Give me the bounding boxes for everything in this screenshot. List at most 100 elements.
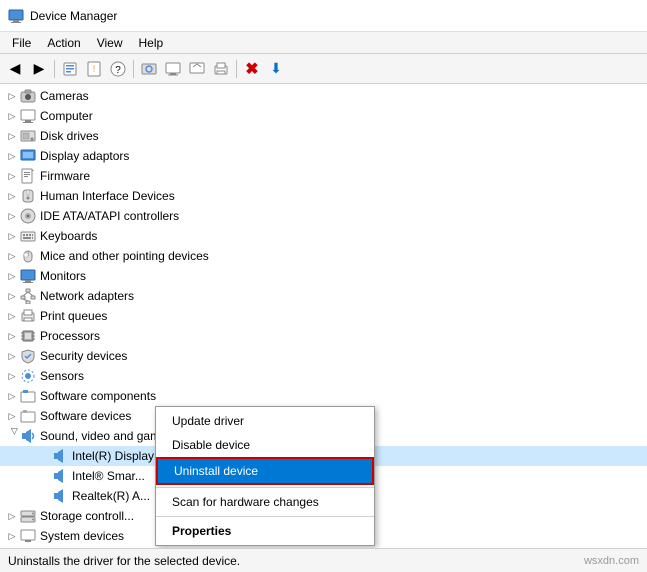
toolbar-sep-2 — [133, 60, 134, 78]
sw-devices-label: Software devices — [40, 409, 131, 423]
update-driver-button[interactable]: ! — [83, 58, 105, 80]
print-queues-label: Print queues — [40, 309, 107, 323]
expander-sw-devices[interactable]: ▷ — [4, 408, 20, 424]
expander-hid[interactable]: ▷ — [4, 188, 20, 204]
watermark: wsxdn.com — [584, 555, 639, 567]
back-button[interactable]: ◀ — [4, 58, 26, 80]
monitor2-button[interactable] — [186, 58, 208, 80]
toolbar-sep-3 — [236, 60, 237, 78]
ctx-uninstall-device[interactable]: Uninstall device — [156, 457, 374, 485]
keyboards-icon — [20, 228, 36, 244]
menu-bar: File Action View Help — [0, 32, 647, 54]
mice-label: Mice and other pointing devices — [40, 249, 209, 263]
expander-disk-drives[interactable]: ▷ — [4, 128, 20, 144]
display-adaptors-icon — [20, 148, 36, 164]
scan-button[interactable] — [138, 58, 160, 80]
processors-label: Processors — [40, 329, 100, 343]
expander-sensors[interactable]: ▷ — [4, 368, 20, 384]
network-icon — [20, 288, 36, 304]
tree-item-print-queues[interactable]: ▷ Print queues — [0, 306, 647, 326]
expander-sw-components[interactable]: ▷ — [4, 388, 20, 404]
ctx-disable-device[interactable]: Disable device — [156, 433, 374, 457]
expander-ide[interactable]: ▷ — [4, 208, 20, 224]
computer-label: Computer — [40, 109, 93, 123]
help-button[interactable]: ? — [107, 58, 129, 80]
system-label: System devices — [40, 529, 124, 543]
tree-item-hid[interactable]: ▷ Human Interface Devices — [0, 186, 647, 206]
ctx-update-driver[interactable]: Update driver — [156, 409, 374, 433]
tree-item-ide[interactable]: ▷ IDE ATA/ATAPI controllers — [0, 206, 647, 226]
menu-file[interactable]: File — [4, 34, 39, 52]
keyboards-label: Keyboards — [40, 229, 97, 243]
expander-firmware[interactable]: ▷ — [4, 168, 20, 184]
context-menu: Update driver Disable device Uninstall d… — [155, 406, 375, 546]
expander-print-queues[interactable]: ▷ — [4, 308, 20, 324]
forward-button[interactable]: ▶ — [28, 58, 50, 80]
tree-item-sensors[interactable]: ▷ Sensors — [0, 366, 647, 386]
tree-item-network[interactable]: ▷ Network adapters — [0, 286, 647, 306]
expander-sound[interactable]: ▷ — [4, 428, 20, 444]
menu-help[interactable]: Help — [131, 34, 172, 52]
expander-cameras[interactable]: ▷ — [4, 88, 20, 104]
disk-drives-icon — [20, 128, 36, 144]
monitor-button[interactable] — [162, 58, 184, 80]
tree-item-disk-drives[interactable]: ▷ Disk drives — [0, 126, 647, 146]
tree-item-display-adaptors[interactable]: ▷ Display adaptors — [0, 146, 647, 166]
svg-text:!: ! — [93, 64, 96, 74]
realtek-label: Realtek(R) A... — [72, 489, 150, 503]
expander-monitors[interactable]: ▷ — [4, 268, 20, 284]
ctx-separator-2 — [156, 516, 374, 517]
print-button[interactable] — [210, 58, 232, 80]
system-icon — [20, 528, 36, 544]
tree-item-mice[interactable]: ▷ Mice and other pointing devices — [0, 246, 647, 266]
ctx-scan-hardware[interactable]: Scan for hardware changes — [156, 490, 374, 514]
expander-system[interactable]: ▷ — [4, 528, 20, 544]
tree-item-processors[interactable]: ▷ Processors — [0, 326, 647, 346]
storage-label: Storage controll... — [40, 509, 134, 523]
security-icon — [20, 348, 36, 364]
status-text: Uninstalls the driver for the selected d… — [8, 554, 240, 568]
intel-display-icon — [52, 448, 68, 464]
expander-keyboards[interactable]: ▷ — [4, 228, 20, 244]
tree-item-cameras[interactable]: ▷ Cameras — [0, 86, 647, 106]
ctx-properties[interactable]: Properties — [156, 519, 374, 543]
disk-drives-label: Disk drives — [40, 129, 99, 143]
download-button[interactable]: ⬇ — [265, 58, 287, 80]
properties-button[interactable] — [59, 58, 81, 80]
menu-action[interactable]: Action — [39, 34, 88, 52]
expander-security[interactable]: ▷ — [4, 348, 20, 364]
cameras-label: Cameras — [40, 89, 89, 103]
tree-item-computer[interactable]: ▷ Computer — [0, 106, 647, 126]
tree-item-sw-components[interactable]: ▷ Software components — [0, 386, 647, 406]
display-adaptors-label: Display adaptors — [40, 149, 129, 163]
expander-mice[interactable]: ▷ — [4, 248, 20, 264]
monitors-label: Monitors — [40, 269, 86, 283]
expander-network[interactable]: ▷ — [4, 288, 20, 304]
network-label: Network adapters — [40, 289, 134, 303]
tree-item-monitors[interactable]: ▷ Monitors — [0, 266, 647, 286]
computer-icon — [20, 108, 36, 124]
realtek-icon — [52, 488, 68, 504]
toolbar-sep-1 — [54, 60, 55, 78]
tree-item-security[interactable]: ▷ Security devices — [0, 346, 647, 366]
expander-storage[interactable]: ▷ — [4, 508, 20, 524]
svg-text:?: ? — [115, 65, 121, 76]
cameras-icon — [20, 88, 36, 104]
firmware-label: Firmware — [40, 169, 90, 183]
menu-view[interactable]: View — [89, 34, 131, 52]
sw-components-icon — [20, 388, 36, 404]
toolbar: ◀ ▶ ! ? — [0, 54, 647, 84]
hid-icon — [20, 188, 36, 204]
hid-label: Human Interface Devices — [40, 189, 175, 203]
mice-icon — [20, 248, 36, 264]
ctx-separator — [156, 487, 374, 488]
uninstall-button[interactable]: ✖ — [241, 58, 263, 80]
tree-item-firmware[interactable]: ▷ Firmware — [0, 166, 647, 186]
status-bar: Uninstalls the driver for the selected d… — [0, 548, 647, 572]
expander-computer[interactable]: ▷ — [4, 108, 20, 124]
intel-smart-icon — [52, 468, 68, 484]
expander-processors[interactable]: ▷ — [4, 328, 20, 344]
expander-display-adaptors[interactable]: ▷ — [4, 148, 20, 164]
tree-item-keyboards[interactable]: ▷ Keyboards — [0, 226, 647, 246]
sw-devices-icon — [20, 408, 36, 424]
